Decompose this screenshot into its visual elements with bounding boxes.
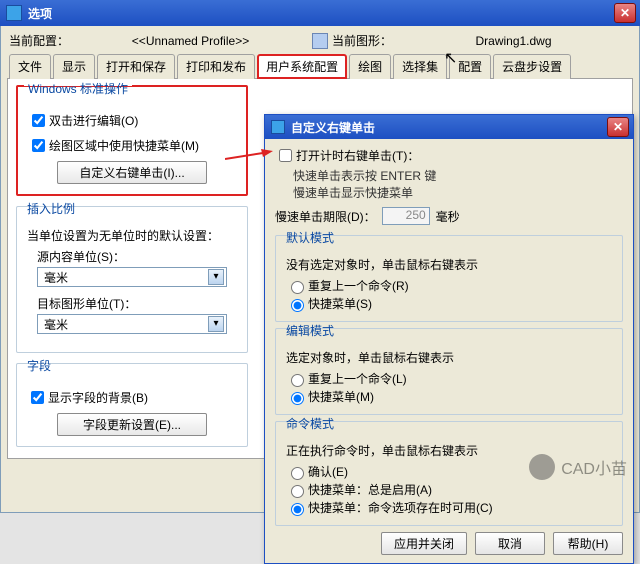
fs1-desc: 没有选定对象时，单击鼠标右键表示 [286, 256, 612, 273]
chk1-label: 双击进行编辑(O) [49, 112, 138, 129]
current-config-label: 当前配置： [9, 32, 69, 49]
tab-selection[interactable]: 选择集 [393, 54, 447, 79]
main-close-icon[interactable]: ✕ [614, 3, 636, 23]
fs-edit-mode: 编辑模式 选定对象时，单击鼠标右键表示 重复上一个命令(L) 快捷菜单(M) [275, 328, 623, 415]
fs1-r2-label: 快捷菜单(S) [308, 295, 372, 312]
slow-click-row: 慢速单击期限(D)： 250 毫秒 [275, 207, 623, 225]
chk-timed-label: 打开计时右键单击(T)： [296, 147, 419, 164]
fs2-desc: 选定对象时，单击鼠标右键表示 [286, 349, 612, 366]
chk-doubleclick-edit[interactable]: 双击进行编辑(O) [28, 111, 236, 130]
tgt-unit-select[interactable]: 毫米 ▾ [37, 314, 227, 334]
slow-unit: 毫秒 [436, 208, 460, 225]
radio-repeat-last-r-input[interactable] [291, 281, 304, 294]
slow-label: 慢速单击期限(D)： [275, 208, 376, 225]
dialog-titlebar: 自定义右键单击 ✕ [265, 115, 633, 139]
radio-repeat-last-l[interactable]: 重复上一个命令(L) [286, 370, 612, 387]
drawing-icon [312, 33, 328, 49]
radio-shortcut-m-input[interactable] [291, 392, 304, 405]
radio-shortcut-options-c-input[interactable] [291, 503, 304, 516]
fs2-legend: 编辑模式 [282, 322, 338, 326]
chk-rclick-menu-box[interactable] [32, 139, 45, 152]
tab-open-save[interactable]: 打开和保存 [97, 54, 175, 79]
slow-value-input[interactable]: 250 [382, 207, 430, 225]
fs3-legend: 命令模式 [282, 415, 338, 419]
chk-timed-rclick[interactable]: 打开计时右键单击(T)： [275, 147, 623, 165]
chk-show-field-bg[interactable]: 显示字段的背景(B) [27, 388, 237, 407]
custom-rclick-dialog: 自定义右键单击 ✕ 打开计时右键单击(T)： 快速单击表示按 ENTER 键 慢… [264, 114, 634, 564]
tab-print-publish[interactable]: 打印和发布 [177, 54, 255, 79]
tab-strip: 文件 显示 打开和保存 打印和发布 用户系统配置 绘图 选择集 配置 云盘步设置 [7, 53, 633, 79]
src-unit-value: 毫米 [40, 269, 208, 286]
radio-shortcut-options-c[interactable]: 快捷菜单：命令选项存在时可用(C) [286, 499, 612, 516]
group2-desc: 当单位设置为无单位时的默认设置： [27, 227, 237, 244]
custom-rclick-button[interactable]: 自定义右键单击(I)... [57, 161, 207, 184]
watermark-text: CAD小苗 [561, 455, 627, 479]
radio-confirm-e-input[interactable] [291, 467, 304, 480]
watermark-icon [529, 454, 555, 480]
fs3-r2-label: 快捷菜单：总是启用(A) [308, 481, 432, 498]
fs2-r1-label: 重复上一个命令(L) [308, 370, 407, 387]
current-drawing-value: Drawing1.dwg [396, 34, 631, 48]
dialog-button-row: 应用并关闭 取消 帮助(H) [275, 532, 623, 555]
group3-chk-label: 显示字段的背景(B) [48, 389, 148, 406]
radio-shortcut-s-input[interactable] [291, 299, 304, 312]
fs3-r1-label: 确认(E) [308, 463, 348, 480]
fs3-r3-label: 快捷菜单：命令选项存在时可用(C) [308, 499, 493, 516]
radio-shortcut-always-a-input[interactable] [291, 485, 304, 498]
group-windows-standard: Windows 标准操作 双击进行编辑(O) 绘图区域中使用快捷菜单(M) 自定… [16, 85, 248, 196]
dialog-icon [271, 120, 285, 134]
fs2-r2-label: 快捷菜单(M) [308, 388, 374, 405]
watermark: CAD小苗 [529, 454, 627, 480]
radio-repeat-last-l-input[interactable] [291, 374, 304, 387]
current-config-value: <<Unnamed Profile>> [73, 34, 308, 48]
dialog-close-icon[interactable]: ✕ [607, 117, 629, 137]
src-unit-label: 源内容单位(S)： [27, 248, 237, 265]
dialog-title: 自定义右键单击 [291, 119, 607, 136]
radio-shortcut-always-a[interactable]: 快捷菜单：总是启用(A) [286, 481, 612, 498]
src-unit-select[interactable]: 毫米 ▾ [37, 267, 227, 287]
group-fields: 字段 显示字段的背景(B) 字段更新设置(E)... [16, 363, 248, 447]
main-content: 当前配置： <<Unnamed Profile>> 当前图形： Drawing1… [0, 26, 640, 513]
fs-default-mode: 默认模式 没有选定对象时，单击鼠标右键表示 重复上一个命令(R) 快捷菜单(S) [275, 235, 623, 322]
chk-timed-rclick-box[interactable] [279, 149, 292, 162]
tab-file[interactable]: 文件 [9, 54, 51, 79]
chevron-down-icon[interactable]: ▾ [208, 269, 224, 285]
current-drawing-label: 当前图形： [332, 32, 392, 49]
cursor-icon: ↖ [444, 48, 457, 68]
apply-close-button[interactable]: 应用并关闭 [381, 532, 467, 555]
dialog-cancel-button[interactable]: 取消 [475, 532, 545, 555]
chevron-down-icon-2[interactable]: ▾ [208, 316, 224, 332]
dlg-line3: 慢速单击显示快捷菜单 [293, 184, 623, 201]
fs1-legend: 默认模式 [282, 229, 338, 233]
tgt-unit-label: 目标图形单位(T)： [27, 295, 237, 312]
chk-rclick-menu[interactable]: 绘图区域中使用快捷菜单(M) [28, 136, 236, 155]
group3-legend: 字段 [23, 357, 55, 363]
chk2-label: 绘图区域中使用快捷菜单(M) [49, 137, 199, 154]
dlg-line2: 快速单击表示按 ENTER 键 [293, 167, 623, 184]
group2-legend: 插入比例 [23, 200, 79, 206]
field-update-settings-button[interactable]: 字段更新设置(E)... [57, 413, 207, 436]
dialog-help-button[interactable]: 帮助(H) [553, 532, 623, 555]
group-insert-scale: 插入比例 当单位设置为无单位时的默认设置： 源内容单位(S)： 毫米 ▾ 目标图… [16, 206, 248, 353]
main-title: 选项 [28, 5, 614, 22]
tab-cloud[interactable]: 云盘步设置 [493, 54, 571, 79]
app-icon [6, 5, 22, 21]
radio-repeat-last-r[interactable]: 重复上一个命令(R) [286, 277, 612, 294]
chk-show-field-bg-box[interactable] [31, 391, 44, 404]
tgt-unit-value: 毫米 [40, 316, 208, 333]
tab-draw[interactable]: 绘图 [349, 54, 391, 79]
tab-display[interactable]: 显示 [53, 54, 95, 79]
dialog-body: 打开计时右键单击(T)： 快速单击表示按 ENTER 键 慢速单击显示快捷菜单 … [265, 139, 633, 563]
radio-shortcut-m[interactable]: 快捷菜单(M) [286, 388, 612, 405]
tab-user-system[interactable]: 用户系统配置 [257, 54, 347, 79]
group1-legend: Windows 标准操作 [24, 80, 132, 86]
config-line: 当前配置： <<Unnamed Profile>> 当前图形： Drawing1… [7, 30, 633, 53]
chk-doubleclick-edit-box[interactable] [32, 114, 45, 127]
main-titlebar: 选项 ✕ [0, 0, 640, 26]
fs1-r1-label: 重复上一个命令(R) [308, 277, 409, 294]
radio-shortcut-s[interactable]: 快捷菜单(S) [286, 295, 612, 312]
